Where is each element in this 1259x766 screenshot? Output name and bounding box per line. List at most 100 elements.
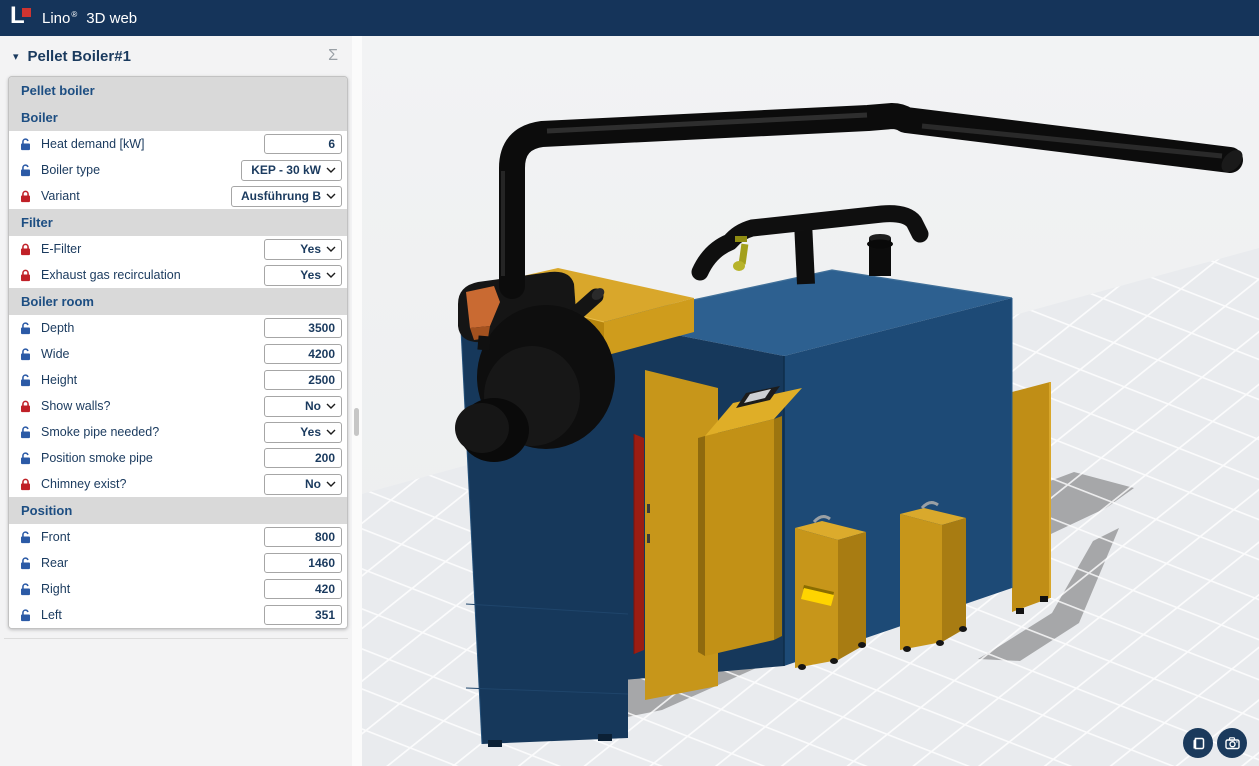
field-row-height: Height bbox=[9, 367, 347, 393]
value-input[interactable] bbox=[264, 553, 342, 573]
red-stripe bbox=[634, 434, 644, 654]
field-row-exhaust-gas-recirculation: Exhaust gas recirculation Yes bbox=[9, 262, 347, 288]
select-value: Yes bbox=[300, 242, 321, 256]
brand-name: Lino bbox=[42, 10, 70, 27]
lock-icon bbox=[20, 478, 31, 491]
value-input[interactable] bbox=[264, 579, 342, 599]
field-row-show-walls: Show walls? No bbox=[9, 393, 347, 419]
field-label: Position smoke pipe bbox=[41, 451, 264, 465]
field-row-rear: Rear bbox=[9, 550, 347, 576]
lock-icon bbox=[20, 374, 31, 387]
cube-icon bbox=[1190, 735, 1207, 752]
app-window: L Lino® 3D web ▾ Pellet Boiler#1 Σ Pellet… bbox=[0, 0, 1259, 766]
value-input[interactable] bbox=[264, 370, 342, 390]
lock-icon bbox=[20, 322, 31, 335]
field-label: Right bbox=[41, 582, 264, 596]
app-header: L Lino® 3D web bbox=[0, 0, 1259, 36]
chevron-down-icon bbox=[326, 193, 336, 199]
value-select[interactable]: Yes bbox=[264, 265, 342, 286]
value-select[interactable]: Ausführung B bbox=[231, 186, 342, 207]
field-label: Heat demand [kW] bbox=[41, 137, 264, 151]
summary-sigma-button[interactable]: Σ bbox=[328, 47, 338, 65]
field-label: Chimney exist? bbox=[41, 477, 264, 491]
lock-icon bbox=[20, 190, 31, 203]
panel-scrollbar[interactable] bbox=[352, 36, 362, 766]
value-input[interactable] bbox=[264, 605, 342, 625]
value-select[interactable]: No bbox=[264, 396, 342, 417]
field-row-position-smoke-pipe: Position smoke pipe bbox=[9, 445, 347, 471]
value-select[interactable]: KEP - 30 kW bbox=[241, 160, 342, 181]
lock-icon bbox=[20, 609, 31, 622]
select-value: Yes bbox=[300, 425, 321, 439]
lock-icon bbox=[20, 426, 31, 439]
section-header-pellet-boiler: Pellet boiler bbox=[9, 77, 347, 104]
parameter-card: Pellet boiler Boiler Heat demand [kW] bbox=[8, 76, 348, 629]
section-header-label: Pellet boiler bbox=[21, 83, 95, 98]
field-label: Exhaust gas recirculation bbox=[41, 268, 264, 282]
field-label: Show walls? bbox=[41, 399, 264, 413]
value-select[interactable]: Yes bbox=[264, 422, 342, 443]
field-row-depth: Depth bbox=[9, 315, 347, 341]
field-label: Wide bbox=[41, 347, 264, 361]
field-row-boiler-type: Boiler type KEP - 30 kW bbox=[9, 157, 347, 183]
lock-icon bbox=[20, 400, 31, 413]
chevron-down-icon bbox=[326, 272, 336, 278]
field-row-wide: Wide bbox=[9, 341, 347, 367]
value-input[interactable] bbox=[264, 318, 342, 338]
value-input[interactable] bbox=[264, 527, 342, 547]
chevron-down-icon bbox=[326, 429, 336, 435]
select-value: Yes bbox=[300, 268, 321, 282]
camera-icon bbox=[1224, 735, 1241, 752]
registered-mark: ® bbox=[71, 10, 77, 19]
field-row-left: Left bbox=[9, 602, 347, 628]
section-header-filter: Filter bbox=[9, 209, 347, 236]
lock-icon bbox=[20, 138, 31, 151]
section-header-boiler: Boiler bbox=[9, 104, 347, 131]
section-header-label: Position bbox=[21, 503, 72, 518]
parameter-list: Pellet boiler Boiler Heat demand [kW] bbox=[9, 77, 347, 628]
lino-logo-icon: L bbox=[10, 6, 34, 30]
field-row-variant: Variant Ausführung B bbox=[9, 183, 347, 209]
value-input[interactable] bbox=[264, 344, 342, 364]
field-row-e-filter: E-Filter Yes bbox=[9, 236, 347, 262]
panel-title: Pellet Boiler#1 bbox=[28, 48, 329, 65]
config-panel: ▾ Pellet Boiler#1 Σ Pellet boiler Boiler… bbox=[0, 36, 352, 766]
field-row-right: Right bbox=[9, 576, 347, 602]
view-mode-button[interactable] bbox=[1183, 728, 1213, 758]
logo-red-square bbox=[22, 8, 31, 17]
viewport-buttons bbox=[1183, 728, 1247, 758]
select-value: No bbox=[305, 399, 321, 413]
select-value: KEP - 30 kW bbox=[251, 163, 321, 177]
field-label: Depth bbox=[41, 321, 264, 335]
field-label: Front bbox=[41, 530, 264, 544]
value-input[interactable] bbox=[264, 448, 342, 468]
select-value: No bbox=[305, 477, 321, 491]
field-row-front: Front bbox=[9, 524, 347, 550]
scene-3d bbox=[362, 36, 1259, 766]
panel-title-row: ▾ Pellet Boiler#1 Σ bbox=[0, 36, 352, 76]
field-row-chimney-exist: Chimney exist? No bbox=[9, 471, 347, 497]
value-input[interactable] bbox=[264, 134, 342, 154]
lock-icon bbox=[20, 557, 31, 570]
chevron-down-icon bbox=[326, 481, 336, 487]
value-select[interactable]: No bbox=[264, 474, 342, 495]
chevron-down-icon bbox=[326, 403, 336, 409]
section-header-label: Boiler bbox=[21, 110, 58, 125]
cabinet-front bbox=[795, 517, 866, 670]
lock-icon bbox=[20, 243, 31, 256]
section-header-label: Filter bbox=[21, 215, 53, 230]
scrollbar-thumb[interactable] bbox=[354, 408, 359, 436]
viewport-3d[interactable] bbox=[362, 36, 1259, 766]
field-row-heat-demand-kw: Heat demand [kW] bbox=[9, 131, 347, 157]
product-name: 3D web bbox=[86, 10, 137, 27]
lock-icon bbox=[20, 269, 31, 282]
field-label: Variant bbox=[41, 189, 231, 203]
side-unit bbox=[1012, 382, 1050, 614]
lock-icon bbox=[20, 452, 31, 465]
value-select[interactable]: Yes bbox=[264, 239, 342, 260]
panel-divider bbox=[4, 638, 348, 639]
section-header-label: Boiler room bbox=[21, 294, 94, 309]
section-header-position: Position bbox=[9, 497, 347, 524]
screenshot-button[interactable] bbox=[1217, 728, 1247, 758]
collapse-arrow-icon[interactable]: ▾ bbox=[13, 50, 19, 63]
